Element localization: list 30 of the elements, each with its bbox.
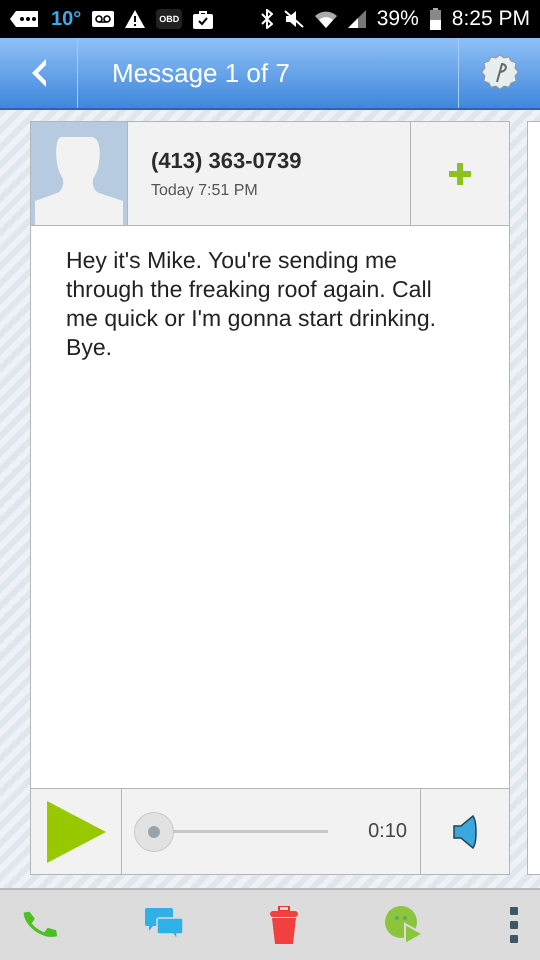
battery-icon <box>430 8 441 30</box>
duration: 0:10 <box>368 820 407 843</box>
screen-title: Message 1 of 7 <box>111 58 291 88</box>
plus-icon <box>449 162 471 184</box>
mute-icon <box>284 10 304 28</box>
obd-badge: OBD <box>156 9 182 29</box>
warning-icon <box>125 10 146 28</box>
voicemail-transcript: Hey it's Mike. You're sending me through the freaking roof again. Call me quick or I'm gonna start drinking. Bye. <box>65 246 437 362</box>
bluetooth-icon <box>260 9 273 29</box>
slider-thumb[interactable] <box>134 812 174 852</box>
sad-face-play-icon <box>385 906 423 944</box>
back-chevron-icon <box>32 59 46 87</box>
caller-phone-number: (413) 363-0739 <box>151 148 302 174</box>
clock: 8:25 PM <box>452 7 530 31</box>
notification-icon <box>10 10 40 28</box>
battery-percent: 39% <box>376 7 419 31</box>
delete-button[interactable] <box>270 906 298 944</box>
more-icon <box>510 907 520 943</box>
message-timestamp: Today 7:51 PM <box>151 182 259 200</box>
temperature: 10° <box>51 8 82 30</box>
play-icon <box>46 800 106 862</box>
briefcase-check-icon <box>193 9 214 29</box>
forward-button[interactable] <box>385 906 423 944</box>
signal-icon <box>348 10 366 28</box>
overflow-menu-button[interactable] <box>510 907 520 943</box>
voicemail-icon <box>92 11 114 27</box>
badge-icon <box>480 54 518 92</box>
wifi-icon <box>314 10 337 28</box>
speaker-icon <box>453 814 477 850</box>
trash-icon <box>270 906 298 944</box>
